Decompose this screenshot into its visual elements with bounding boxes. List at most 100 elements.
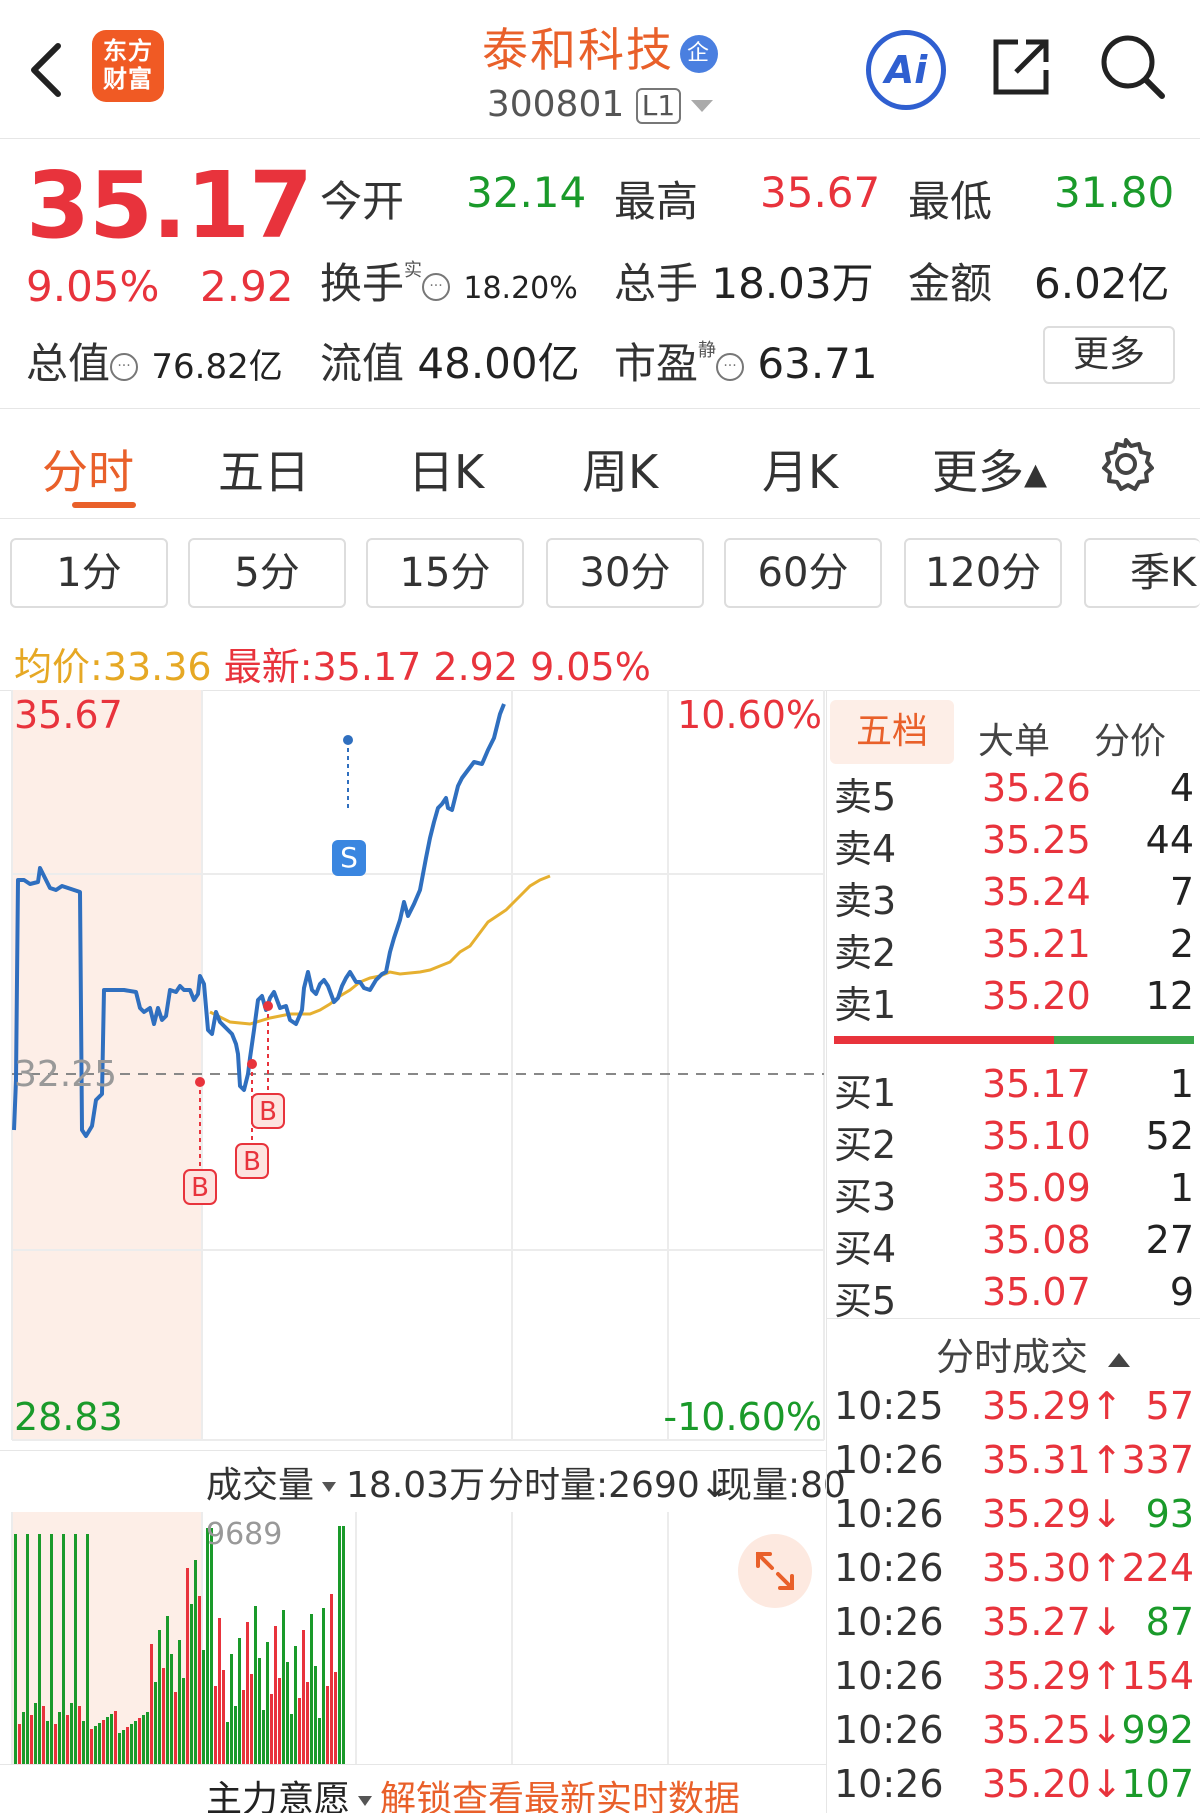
- sell-marker-s[interactable]: S: [332, 840, 366, 876]
- amount-value: 6.02亿: [1034, 259, 1170, 308]
- volume-bar: [222, 1670, 225, 1764]
- buy-point-dot: [247, 1059, 257, 1069]
- trade-price: 35.31↑: [982, 1438, 1123, 1482]
- trade-row: 10:26 35.30↑ 224: [834, 1546, 1194, 1600]
- trade-time: 10:26: [834, 1492, 944, 1536]
- bid-row: 买4 35.08 27: [834, 1218, 1194, 1271]
- volume-bar: [118, 1733, 121, 1764]
- period-1min[interactable]: 1分: [10, 538, 168, 608]
- search-icon[interactable]: [1098, 32, 1168, 102]
- volume-row: 总手 18.03万: [614, 250, 874, 311]
- bid-label: 买1: [834, 1071, 897, 1115]
- volume-bar: [158, 1630, 161, 1764]
- volume-indicator-dropdown[interactable]: 成交量 18.03万: [206, 1456, 485, 1508]
- volume-bar: [230, 1654, 233, 1764]
- ask-volume: 44: [1145, 818, 1194, 862]
- buy-strength-bar: [1054, 1036, 1194, 1044]
- open-label: 今开: [320, 177, 405, 226]
- trade-row: 10:26 35.27↓ 87: [834, 1600, 1194, 1654]
- volume-bar: [70, 1703, 73, 1764]
- dropdown-caret-icon: [358, 1796, 373, 1806]
- volume-bar: [86, 1534, 89, 1764]
- tab-daily-k[interactable]: 日K: [408, 436, 484, 502]
- volume-bar: [82, 1721, 85, 1764]
- period-60min[interactable]: 60分: [724, 538, 882, 608]
- sell-strength-bar: [834, 1036, 1054, 1044]
- unlock-data-link[interactable]: 解锁查看最新实时数据: [380, 1779, 740, 1813]
- volume-bar: [290, 1714, 293, 1764]
- mktcap-row[interactable]: 总值 ··· 76.82亿: [26, 330, 283, 391]
- stock-code: 300801: [486, 84, 625, 125]
- volume-bar: [310, 1614, 313, 1764]
- tab-intraday[interactable]: 分时: [42, 436, 134, 502]
- ask-price: 35.25: [982, 818, 1091, 862]
- latest-value: 35.17: [312, 645, 422, 689]
- tab-big-orders[interactable]: 大单: [978, 712, 1050, 764]
- trade-time: 10:26: [834, 1438, 944, 1482]
- turnover-label-row[interactable]: 换手实··· 18.20%: [320, 250, 578, 311]
- volume-bar: [186, 1568, 189, 1764]
- ask-volume: 4: [1169, 766, 1194, 810]
- enterprise-badge: 企: [680, 34, 718, 73]
- buy-marker-text: B: [259, 1097, 277, 1127]
- volume-bar: [282, 1610, 285, 1764]
- tab-five-day[interactable]: 五日: [218, 436, 310, 502]
- price-info-line: 均价:33.36 最新:35.17 2.92 9.05%: [14, 636, 651, 691]
- volume-bar: [242, 1690, 245, 1764]
- pe-value: 63.71: [757, 339, 878, 388]
- gear-icon[interactable]: [1098, 436, 1154, 492]
- volume-bar: [110, 1714, 113, 1764]
- period-15min[interactable]: 15分: [366, 538, 524, 608]
- trade-row: 10:26 35.20↓ 107: [834, 1762, 1194, 1813]
- volume-bar: [74, 1534, 77, 1764]
- volume-bar: [298, 1698, 301, 1764]
- trades-title[interactable]: 分时成交: [936, 1326, 1131, 1381]
- volume-bar: [314, 1666, 317, 1764]
- level-badge: L1: [635, 88, 682, 124]
- mktcap-label: 总值: [26, 339, 111, 388]
- volume-bar: [62, 1534, 65, 1764]
- ai-assistant-icon[interactable]: Ai: [866, 30, 946, 110]
- buy-marker-b[interactable]: B: [251, 1093, 285, 1129]
- pe-row[interactable]: 市盈静··· 63.71: [614, 330, 878, 391]
- volume-bar: [42, 1706, 45, 1764]
- latest-change: 2.92: [433, 645, 519, 689]
- bid-price: 35.10: [982, 1114, 1091, 1158]
- tab-more[interactable]: 更多▴: [932, 436, 1047, 502]
- axis-top-percent: 10.60%: [677, 693, 822, 737]
- bid-row: 买1 35.17 1: [834, 1062, 1194, 1115]
- trade-price: 35.27↓: [982, 1600, 1123, 1644]
- expand-icon[interactable]: [738, 1534, 812, 1608]
- volume-bar: [206, 1528, 209, 1764]
- volume-bar: [278, 1678, 281, 1764]
- tab-price-distribution[interactable]: 分价: [1094, 712, 1166, 764]
- trade-volume: 992: [1121, 1708, 1194, 1752]
- buy-marker-text: B: [243, 1147, 261, 1177]
- tab-five-level[interactable]: 五档: [830, 700, 954, 764]
- quote-divider: [0, 408, 1200, 409]
- main-force-dropdown[interactable]: 主力意愿: [206, 1779, 350, 1813]
- share-icon[interactable]: [988, 34, 1054, 100]
- volume-bar: [254, 1606, 257, 1764]
- trade-time: 10:26: [834, 1708, 944, 1752]
- volume-bar: [318, 1718, 321, 1764]
- period-quarter-k[interactable]: 季K: [1084, 538, 1200, 608]
- header-divider: [0, 138, 1200, 139]
- period-5min[interactable]: 5分: [188, 538, 346, 608]
- volume-bar: [54, 1724, 57, 1764]
- period-30min[interactable]: 30分: [546, 538, 704, 608]
- buy-marker-b[interactable]: B: [183, 1169, 217, 1205]
- tab-monthly-k[interactable]: 月K: [762, 436, 838, 502]
- float-label: 流值: [320, 339, 405, 388]
- tab-weekly-k[interactable]: 周K: [582, 436, 658, 502]
- main-force-row[interactable]: 主力意愿 解锁查看最新实时数据: [206, 1770, 740, 1813]
- more-quote-button[interactable]: 更多: [1043, 326, 1175, 384]
- volume-bar: [154, 1682, 157, 1764]
- volume-bar: [214, 1686, 217, 1764]
- buy-marker-b[interactable]: B: [235, 1143, 269, 1179]
- intraday-price-chart[interactable]: B B B S 35.67 10.60% 32.25 28.83 -10.60%: [0, 690, 826, 1452]
- ask-price: 35.21: [982, 922, 1091, 966]
- bid-price: 35.09: [982, 1166, 1091, 1210]
- period-120min[interactable]: 120分: [904, 538, 1062, 608]
- volume-max-label: 9689: [206, 1517, 282, 1552]
